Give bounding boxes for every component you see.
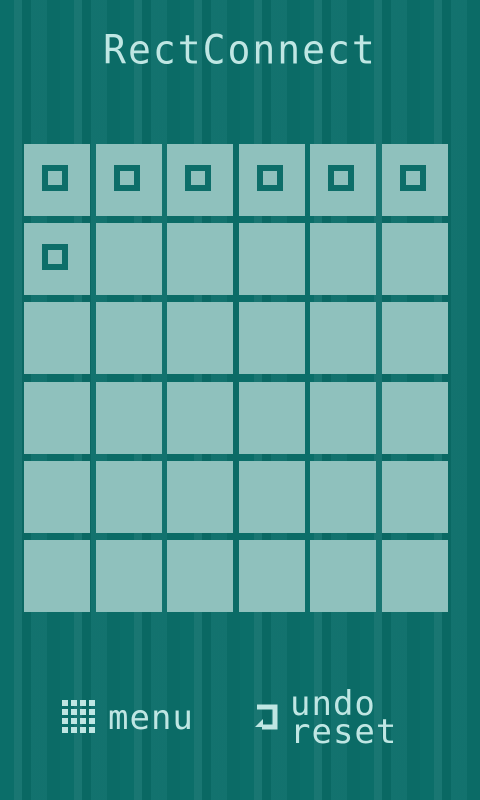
board-cell[interactable] [24, 539, 90, 612]
board-cell[interactable] [167, 539, 234, 612]
app-title: RectConnect [103, 26, 377, 74]
board-cell[interactable] [238, 539, 305, 612]
reset-button[interactable]: reset [290, 712, 397, 752]
board-cell[interactable] [381, 460, 448, 533]
board-cell[interactable] [24, 223, 90, 296]
board-cell[interactable] [238, 144, 305, 216]
board-cell[interactable] [381, 144, 448, 216]
board-cell[interactable] [95, 223, 162, 296]
board-cell[interactable] [167, 381, 234, 454]
board-cell[interactable] [310, 144, 377, 216]
board-cell[interactable] [310, 302, 377, 375]
menu-label: menu [108, 698, 194, 738]
board-cell[interactable] [24, 302, 90, 375]
board-cell[interactable] [381, 302, 448, 375]
menu-button[interactable]: menu [62, 698, 194, 738]
board-cell[interactable] [95, 381, 162, 454]
undo-arrow-icon [255, 704, 278, 730]
board-cell[interactable] [381, 381, 448, 454]
board-cell[interactable] [238, 223, 305, 296]
board-cell[interactable] [238, 302, 305, 375]
game-board [24, 144, 448, 612]
board-cell[interactable] [167, 460, 234, 533]
board-cell[interactable] [310, 223, 377, 296]
square-marker-icon [42, 165, 68, 191]
bottom-controls: menu undo reset [0, 684, 480, 758]
board-cell[interactable] [95, 144, 162, 216]
square-marker-icon [328, 165, 355, 191]
board-cell[interactable] [238, 381, 305, 454]
board-cell[interactable] [24, 381, 90, 454]
board-cell[interactable] [24, 144, 90, 216]
grid-menu-icon [62, 700, 98, 736]
square-marker-icon [256, 165, 283, 191]
board-cell[interactable] [167, 302, 234, 375]
board-cell[interactable] [310, 539, 377, 612]
square-marker-icon [185, 165, 212, 191]
square-marker-icon [113, 165, 140, 191]
board-cell[interactable] [95, 302, 162, 375]
board-cell[interactable] [167, 223, 234, 296]
board-cell[interactable] [24, 460, 90, 533]
square-marker-icon [399, 165, 426, 191]
board-cell[interactable] [95, 539, 162, 612]
square-marker-icon [42, 244, 68, 271]
board-cell[interactable] [310, 460, 377, 533]
board-cell[interactable] [167, 144, 234, 216]
board-cell[interactable] [381, 539, 448, 612]
board-cell[interactable] [310, 381, 377, 454]
board-cell[interactable] [238, 460, 305, 533]
board-cell[interactable] [381, 223, 448, 296]
board-cell[interactable] [95, 460, 162, 533]
